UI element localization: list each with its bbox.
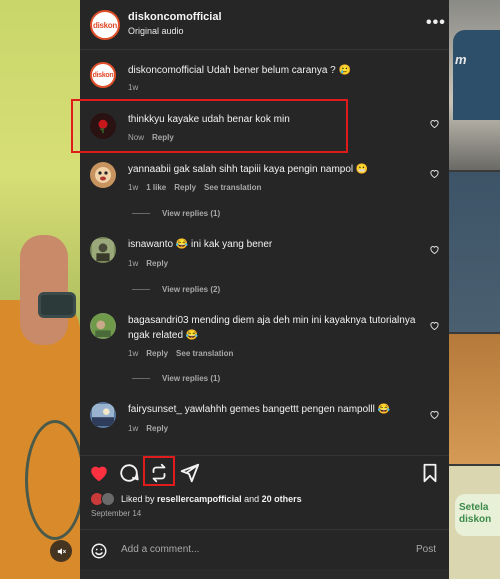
- avatar[interactable]: [90, 313, 116, 339]
- avatar[interactable]: [90, 162, 116, 188]
- view-replies-button[interactable]: View replies (1): [132, 374, 220, 383]
- comment-meta: 1w 1 like Reply See translation: [128, 183, 261, 192]
- avatar[interactable]: diskon: [90, 62, 116, 88]
- avatar[interactable]: [90, 237, 116, 263]
- video-left-region: [0, 0, 80, 579]
- bg-tile: [449, 172, 500, 332]
- comment-meta: 1w Reply: [128, 259, 168, 268]
- bg-tile: m: [449, 0, 500, 170]
- reply-button[interactable]: Reply: [174, 183, 196, 192]
- view-replies-button[interactable]: View replies (1): [132, 209, 220, 218]
- liker-username[interactable]: resellercampofficial: [157, 494, 242, 504]
- video-watch: [38, 292, 76, 318]
- video-right-region: m Setela diskon: [449, 0, 500, 579]
- comment-time: 1w: [128, 183, 139, 192]
- comment-icon[interactable]: [118, 462, 140, 484]
- bookmark-icon[interactable]: [419, 462, 441, 484]
- reply-button[interactable]: Reply: [146, 259, 168, 268]
- reply-button[interactable]: Reply: [146, 349, 168, 358]
- video-fan: [25, 420, 80, 540]
- reply-button[interactable]: Reply: [146, 424, 168, 433]
- comment-time: 1w: [128, 83, 139, 92]
- photo-avatar-icon: [92, 239, 114, 261]
- comment-username[interactable]: isnawanto: [128, 239, 173, 250]
- speaker-muted-icon: [57, 547, 66, 555]
- liker-avatar: [101, 492, 115, 506]
- likes-count[interactable]: 20 others: [262, 494, 302, 504]
- comment-text: yannaabii gak salah sihh tapiii kaya pen…: [128, 164, 369, 175]
- comment-text: fairysunset_ yawlahhh gemes bangettt pen…: [128, 404, 391, 415]
- heart-filled-icon[interactable]: [88, 462, 110, 484]
- see-translation-button[interactable]: See translation: [204, 183, 261, 192]
- like-comment-icon[interactable]: [429, 409, 440, 420]
- comment-text: bagasandri03 mending diem aja deh min in…: [128, 315, 416, 341]
- comment-time: 1w: [128, 424, 139, 433]
- comment-text: isnawanto 😂 ini kak yang bener: [128, 239, 273, 250]
- comment-time: 1w: [128, 259, 139, 268]
- comment-username[interactable]: diskoncomofficial: [128, 65, 204, 76]
- bg-tile: [449, 334, 500, 464]
- comment-text: diskoncomofficial Udah bener belum caran…: [128, 65, 351, 76]
- more-options-icon[interactable]: •••: [426, 14, 446, 32]
- highlight-box-repost: [143, 456, 175, 486]
- comment-input[interactable]: Add a comment...: [121, 544, 199, 555]
- like-comment-icon[interactable]: [429, 168, 440, 179]
- like-comment-icon[interactable]: [429, 244, 440, 255]
- post-header: diskon diskoncomofficial Original audio …: [80, 0, 449, 50]
- video-arm: [20, 235, 68, 345]
- likes-summary: Liked by resellercampofficial and 20 oth…: [90, 492, 302, 506]
- bg-tile: Setela diskon: [449, 466, 500, 579]
- view-replies-button[interactable]: View replies (2): [132, 285, 220, 294]
- photo-avatar-icon: [92, 404, 114, 426]
- avatar[interactable]: [90, 402, 116, 428]
- post-panel: diskon diskoncomofficial Original audio …: [80, 0, 449, 569]
- emoji-icon[interactable]: [90, 542, 108, 560]
- send-icon[interactable]: [178, 462, 200, 484]
- like-comment-icon[interactable]: [429, 118, 440, 129]
- comment-username[interactable]: bagasandri03: [128, 315, 189, 326]
- mute-button[interactable]: [50, 540, 72, 562]
- comment-meta: 1w Reply See translation: [128, 349, 233, 358]
- audio-label[interactable]: Original audio: [128, 26, 184, 36]
- post-date: September 14: [91, 509, 142, 518]
- comment-meta: 1w: [128, 83, 138, 92]
- comment-meta: 1w Reply: [128, 424, 168, 433]
- like-comment-icon[interactable]: [429, 320, 440, 331]
- photo-avatar-icon: [92, 315, 114, 337]
- bg-tile-text: Setela diskon: [459, 502, 492, 525]
- post-button[interactable]: Post: [416, 544, 436, 555]
- see-translation-button[interactable]: See translation: [176, 349, 233, 358]
- author-avatar[interactable]: diskon: [90, 10, 120, 40]
- comment-time: 1w: [128, 349, 139, 358]
- bg-tile-text: m: [455, 52, 467, 67]
- post-actions-bar: [80, 455, 449, 487]
- comment-username[interactable]: yannaabii: [128, 164, 171, 175]
- add-comment-bar: Add a comment... Post: [80, 529, 449, 569]
- face-avatar-icon: [95, 167, 111, 183]
- highlight-box-comment: [71, 99, 348, 153]
- comment-username[interactable]: fairysunset_: [128, 404, 182, 415]
- author-username[interactable]: diskoncomofficial: [128, 11, 222, 23]
- comment-likes[interactable]: 1 like: [146, 183, 166, 192]
